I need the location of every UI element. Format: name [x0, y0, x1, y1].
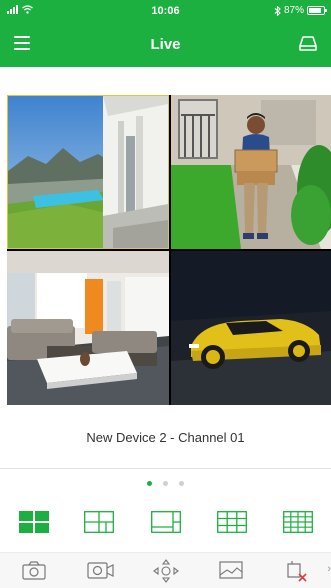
video-grid	[7, 95, 331, 405]
record-icon[interactable]	[87, 559, 115, 583]
video-tile-1[interactable]	[7, 95, 169, 249]
video-tile-2[interactable]	[171, 95, 331, 249]
app-header: 10:06 87% Live	[0, 0, 331, 67]
page-dot-3[interactable]	[179, 481, 184, 486]
page-dot-2[interactable]	[163, 481, 168, 486]
layout-4-grid-icon[interactable]	[19, 511, 49, 533]
app: 10:06 87% Live New Device 2 - Channel 01…	[0, 0, 331, 588]
image-icon[interactable]	[218, 559, 246, 583]
delivery-scene	[171, 95, 331, 249]
ptz-icon[interactable]	[152, 559, 180, 583]
snapshot-icon[interactable]	[21, 559, 49, 583]
video-tile-4[interactable]	[171, 251, 331, 405]
nav-bar: Live	[0, 22, 331, 67]
divider	[0, 468, 331, 469]
selected-channel-label: New Device 2 - Channel 01	[86, 430, 245, 445]
status-right: 87%	[274, 5, 327, 16]
status-bar: 10:06 87%	[0, 0, 331, 22]
yellow-car-scene	[171, 251, 331, 405]
layout-16-grid-icon[interactable]	[283, 511, 313, 533]
layout-9-grid-icon[interactable]	[217, 511, 247, 533]
page-indicator	[0, 481, 331, 486]
bluetooth-icon	[274, 5, 281, 16]
layout-selector	[0, 508, 331, 538]
page-dot-1[interactable]	[147, 481, 152, 486]
battery-icon	[307, 6, 327, 15]
house-pool-scene	[8, 96, 168, 248]
page-title: Live	[150, 36, 181, 53]
layout-main-plus-icon[interactable]	[151, 511, 181, 533]
video-tile-3[interactable]	[7, 251, 169, 405]
toolbar-more-chevron-icon[interactable]: ›	[327, 563, 331, 575]
layout-split-icon[interactable]	[84, 511, 114, 533]
battery-percent: 87%	[283, 5, 304, 16]
tray-icon[interactable]	[297, 33, 319, 53]
living-room-scene	[7, 251, 169, 405]
close-stream-icon[interactable]	[284, 559, 312, 583]
bottom-toolbar: ›	[0, 552, 331, 588]
